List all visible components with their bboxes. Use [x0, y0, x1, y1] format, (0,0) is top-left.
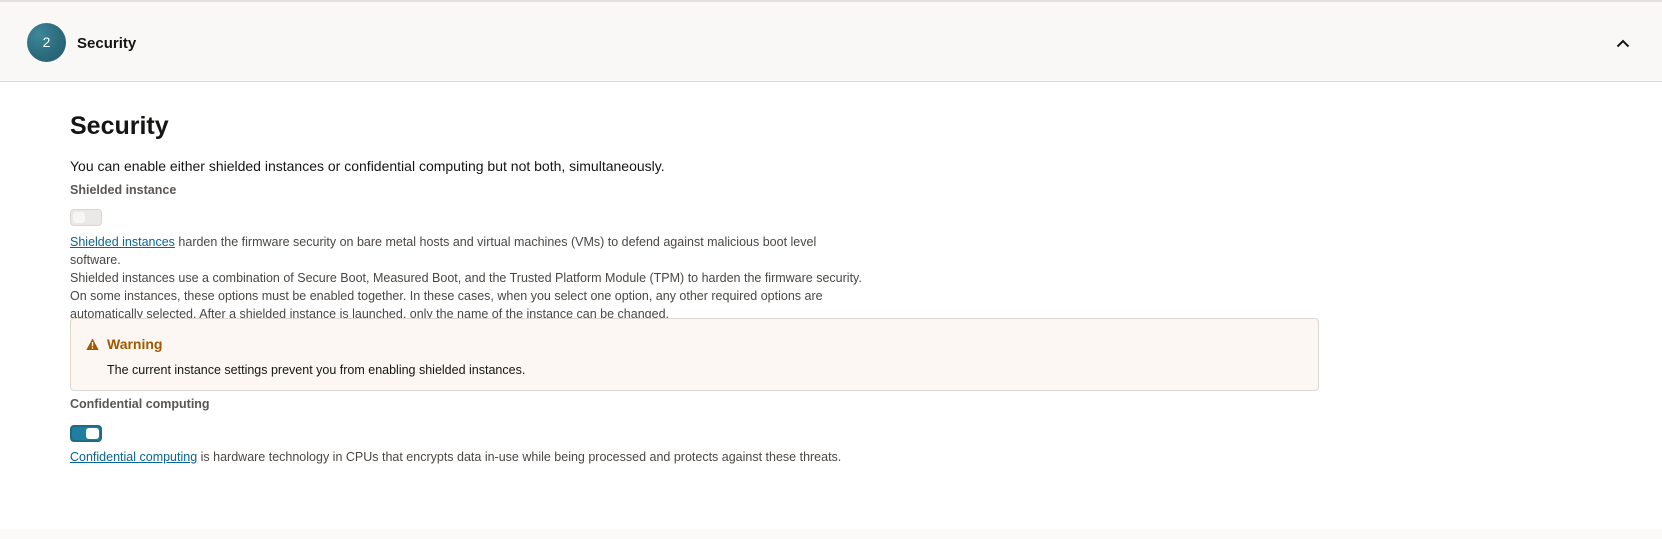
bottom-strip	[0, 529, 1662, 539]
confidential-computing-description: Confidential computing is hardware techn…	[70, 448, 970, 466]
step-title: Security	[77, 35, 137, 52]
shielded-desc-rest: Shielded instances use a combination of …	[70, 271, 862, 321]
collapse-button[interactable]	[1610, 30, 1636, 56]
warning-message: Warning The current instance settings pr…	[70, 318, 1319, 391]
chevron-up-icon	[1616, 39, 1630, 47]
confidential-computing-label: Confidential computing	[70, 397, 210, 411]
confidential-computing-link[interactable]: Confidential computing	[70, 450, 197, 464]
shielded-instances-link[interactable]: Shielded instances	[70, 235, 175, 249]
confidential-computing-toggle[interactable]	[70, 425, 102, 442]
warning-title: Warning	[107, 336, 163, 352]
shielded-instance-description: Shielded instances harden the firmware s…	[70, 233, 870, 323]
step-number-badge: 2	[27, 23, 66, 62]
shielded-instance-toggle[interactable]	[70, 209, 102, 226]
confidential-desc: is hardware technology in CPUs that encr…	[197, 450, 842, 464]
warning-triangle-icon	[86, 338, 99, 350]
shielded-instance-label: Shielded instance	[70, 183, 177, 197]
section-intro: You can enable either shielded instances…	[70, 158, 665, 174]
toggle-knob	[73, 212, 85, 223]
warning-text: The current instance settings prevent yo…	[107, 363, 526, 377]
step-header[interactable]: 2 Security	[0, 2, 1662, 82]
section-title: Security	[70, 112, 169, 140]
toggle-knob	[86, 428, 99, 439]
shielded-desc-line1: harden the firmware security on bare met…	[70, 235, 817, 267]
